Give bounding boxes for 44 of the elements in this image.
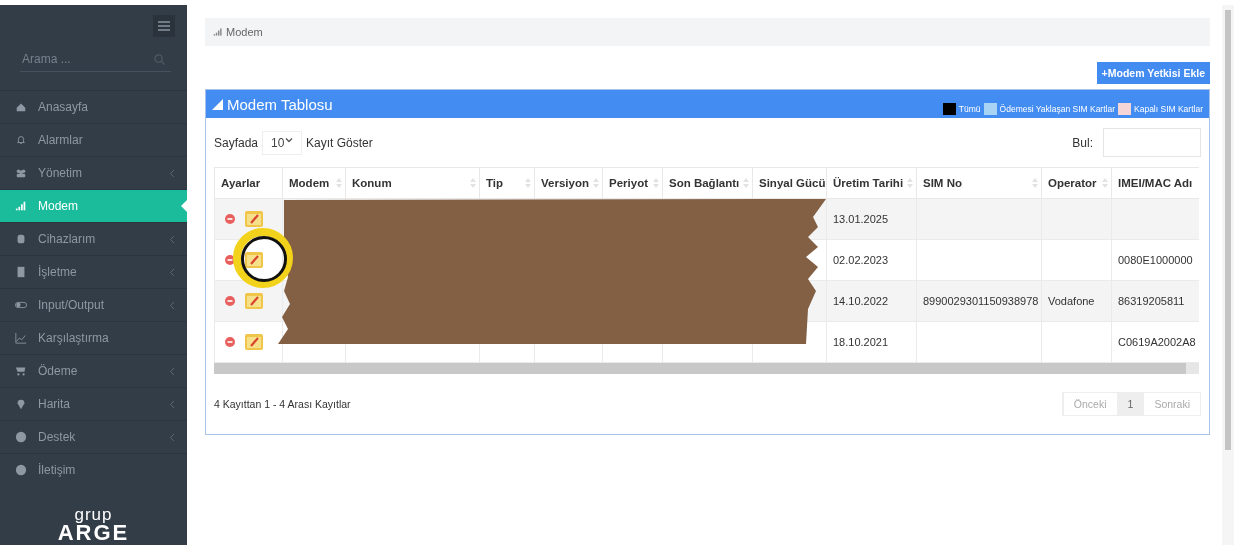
column-header[interactable]: SIM No bbox=[916, 167, 1042, 199]
column-header[interactable]: Versiyon bbox=[534, 167, 603, 199]
table-cell: 8990029301150938978 bbox=[916, 280, 1042, 322]
logo: grup ARGE bbox=[56, 507, 131, 545]
add-button[interactable]: +Modem Yetkisi Ekle bbox=[1096, 62, 1210, 84]
sidebar-item[interactable]: Ödeme bbox=[0, 354, 187, 387]
sidebar-item[interactable]: Modem bbox=[0, 189, 187, 222]
column-header[interactable]: Tip bbox=[479, 167, 535, 199]
search-label: Bul: bbox=[1072, 135, 1093, 150]
pagination-button[interactable]: 1 bbox=[1116, 393, 1144, 415]
legend-label: Ödemesi Yaklaşan SIM Kartlar bbox=[999, 104, 1115, 114]
table-cell: 18.10.2021 bbox=[826, 321, 917, 363]
table-cell: 13.01.2025 bbox=[826, 198, 917, 240]
sidebar-item[interactable]: İletişim bbox=[0, 453, 187, 486]
page-size-select[interactable]: 10 bbox=[262, 130, 303, 155]
sidebar-item[interactable]: Alarmlar bbox=[0, 123, 187, 156]
sidebar-item[interactable]: Anasayfa bbox=[0, 90, 187, 123]
table-info: 4 Kayıttan 1 - 4 Arası Kayıtlar bbox=[214, 398, 351, 410]
sidebar-item[interactable]: Harita bbox=[0, 387, 187, 420]
table-cell: 02.02.2023 bbox=[826, 239, 917, 281]
column-header[interactable]: Üretim Tarihi bbox=[826, 167, 917, 199]
legend-label: Tümü bbox=[958, 104, 981, 114]
sidebar-item[interactable]: Karşılaştırma bbox=[0, 321, 187, 354]
page-size-label: Sayfada bbox=[214, 135, 259, 150]
sidebar-item[interactable]: Destek bbox=[0, 420, 187, 453]
table-cell: Vodafone bbox=[1041, 280, 1112, 322]
sidebar-item[interactable]: Cihazlarım bbox=[0, 222, 187, 255]
table-cell: 86319205811 bbox=[1111, 280, 1199, 322]
column-header: Ayarlar bbox=[214, 167, 283, 199]
page-size-suffix: Kayıt Göster bbox=[306, 135, 373, 150]
column-header: Sinyal Gücü bbox=[752, 167, 827, 199]
table-cell: 14.10.2022 bbox=[826, 280, 917, 322]
panel-title: Modem Tablosu bbox=[212, 95, 333, 113]
legend-label: Kapalı SIM Kartlar bbox=[1134, 104, 1203, 114]
column-header[interactable]: Son Bağlantı bbox=[662, 167, 753, 199]
column-header[interactable]: Periyot bbox=[602, 167, 663, 199]
sidebar-item[interactable]: Input/Output bbox=[0, 288, 187, 321]
column-header[interactable]: Operator bbox=[1041, 167, 1112, 199]
column-header: IMEI/MAC Adı bbox=[1111, 167, 1199, 199]
sidebar-item[interactable]: İşletme bbox=[0, 255, 187, 288]
breadcrumb-label: Modem bbox=[226, 26, 263, 38]
search-field[interactable]: Arama ... bbox=[20, 51, 154, 67]
column-header[interactable]: Konum bbox=[345, 167, 480, 199]
column-header[interactable]: Modem bbox=[282, 167, 346, 199]
